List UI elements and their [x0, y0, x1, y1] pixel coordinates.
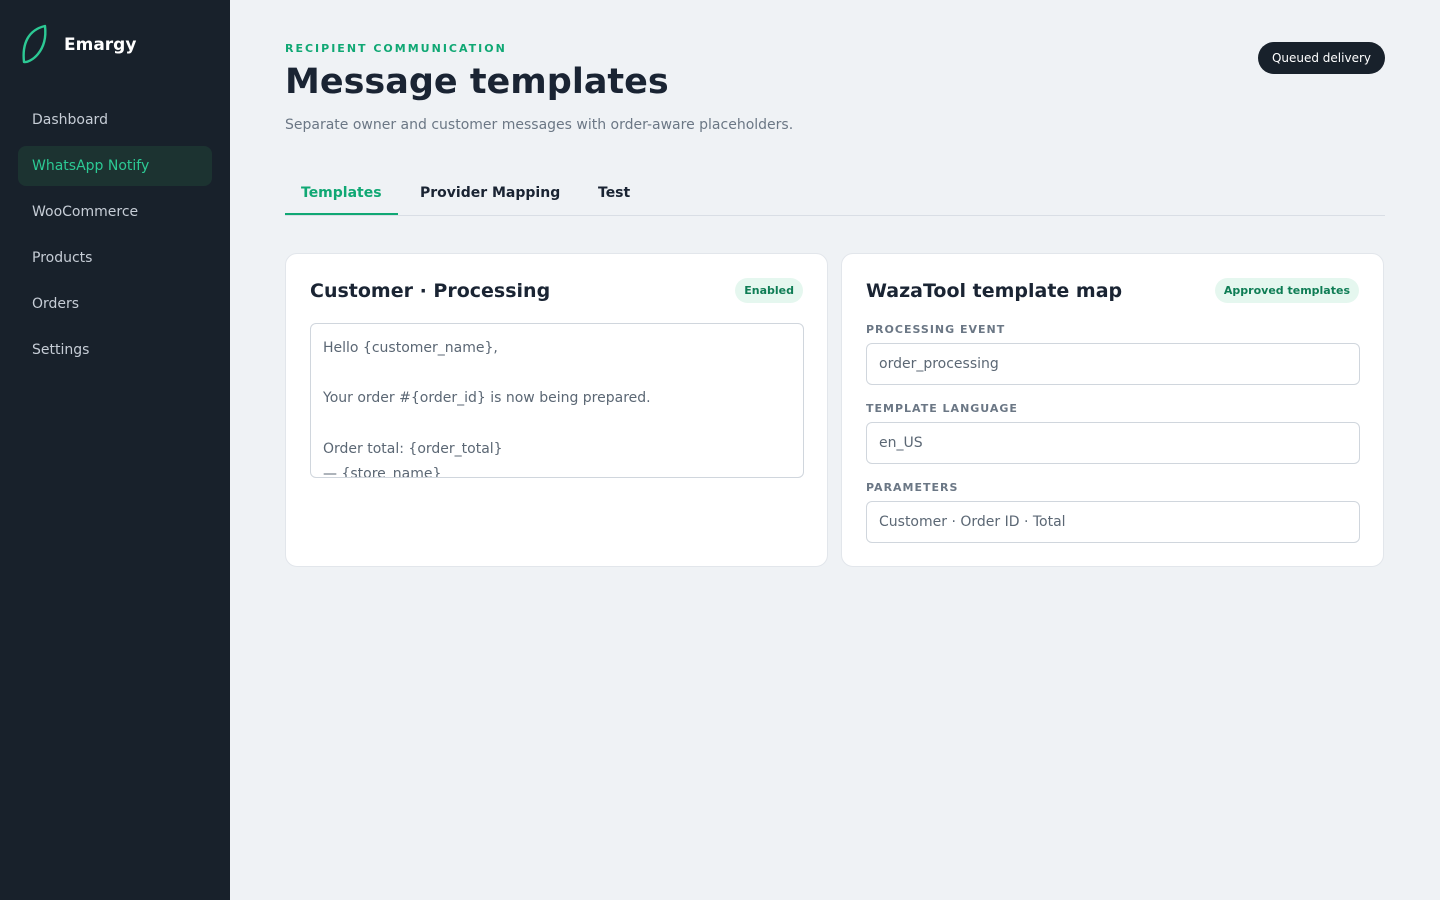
leaf-logo-icon [22, 24, 47, 64]
sidebar-item-dashboard[interactable]: Dashboard [18, 100, 212, 140]
enabled-badge: Enabled [735, 278, 803, 303]
brand[interactable]: Emargy [20, 24, 136, 66]
parameters-label: PARAMETERS [866, 481, 959, 494]
tab-test[interactable]: Test [598, 170, 630, 215]
template-card-title: Customer · Processing [310, 280, 551, 302]
template-language-input[interactable]: en_US [866, 422, 1360, 464]
processing-event-label: PROCESSING EVENT [866, 323, 1006, 336]
page-title: Message templates [285, 62, 669, 102]
tab-provider-mapping[interactable]: Provider Mapping [420, 170, 560, 215]
sidebar-item-products[interactable]: Products [18, 238, 212, 278]
brand-name: Emargy [64, 35, 137, 55]
sidebar-item-woocommerce[interactable]: WooCommerce [18, 192, 212, 232]
sidebar-item-settings[interactable]: Settings [18, 330, 212, 370]
template-card: Customer · Processing Enabled Hello {cus… [285, 253, 828, 567]
tab-templates[interactable]: Templates [285, 170, 398, 215]
sidebar: Emargy Dashboard WhatsApp Notify WooComm… [0, 0, 230, 900]
page-subtitle: Separate owner and customer messages wit… [285, 117, 794, 133]
sidebar-item-whatsapp-notify[interactable]: WhatsApp Notify [18, 146, 212, 186]
message-body-textarea[interactable]: Hello {customer_name}, Your order #{orde… [310, 323, 804, 478]
approved-templates-badge: Approved templates [1214, 278, 1359, 303]
sidebar-item-orders[interactable]: Orders [18, 284, 212, 324]
processing-event-input[interactable]: order_processing [866, 343, 1360, 385]
template-map-card-title: WazaTool template map [866, 280, 1123, 302]
sidebar-nav: Dashboard WhatsApp Notify WooCommerce Pr… [18, 100, 212, 376]
template-map-card: WazaTool template map Approved templates… [841, 253, 1384, 567]
tab-bar: Templates Provider Mapping Test [285, 170, 1385, 216]
parameters-input[interactable]: Customer · Order ID · Total [866, 501, 1360, 543]
template-language-label: TEMPLATE LANGUAGE [866, 402, 1018, 415]
page-eyebrow: RECIPIENT COMMUNICATION [285, 42, 507, 55]
queued-delivery-badge: Queued delivery [1257, 42, 1385, 74]
